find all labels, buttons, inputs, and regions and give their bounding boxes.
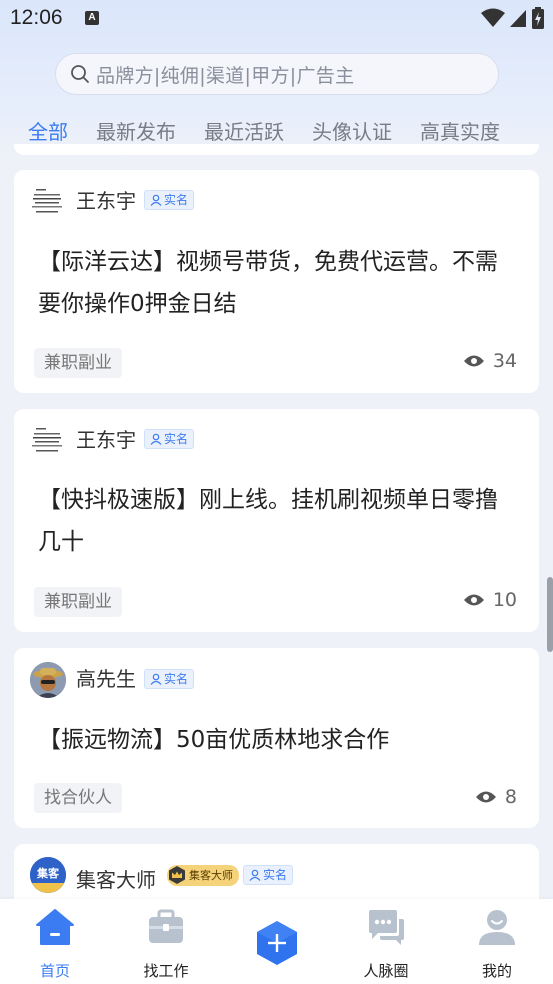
tab-recent-active[interactable]: 最近活跃 (204, 116, 284, 144)
previous-card-edge (14, 144, 539, 155)
post-card[interactable]: 高先生 实名 【振远物流】50亩优质林地求合作 找合伙人 8 (14, 648, 539, 828)
search-placeholder: 品牌方|纯佣|渠道|甲方|广告主 (96, 64, 355, 87)
tab-high-authenticity[interactable]: 高真实度 (420, 116, 500, 144)
tab-latest[interactable]: 最新发布 (96, 116, 176, 144)
nav-me-label: 我的 (481, 962, 512, 980)
avatar (30, 184, 66, 220)
search-icon (71, 65, 89, 83)
verified-badge-label: 实名 (164, 432, 189, 446)
avatar-text: 集客 (37, 867, 59, 880)
briefcase-icon (149, 909, 183, 943)
nav-jobs-label: 找工作 (143, 962, 189, 980)
post-card[interactable]: 王东宇 实名 【际洋云达】视频号带货，免费代运营。不需要你操作0押金日结 兼职副… (14, 170, 539, 393)
status-bar: 12:06 A (0, 0, 553, 38)
eye-icon (463, 355, 484, 367)
post-title: 【振远物流】50亩优质林地求合作 (38, 727, 390, 753)
view-count-value: 34 (492, 350, 517, 372)
post-tag: 找合伙人 (34, 783, 122, 813)
author-name: 王东宇 (76, 428, 136, 452)
post-title: 【快抖极速版】刚上线。挂机刷视频单日零撸几十 (38, 487, 498, 555)
wifi-icon (481, 8, 505, 27)
filter-tabs: 全部 最新发布 最近活跃 头像认证 高真实度 (28, 116, 528, 144)
author-name: 集客大师 (76, 868, 156, 892)
person-icon (150, 673, 162, 685)
author-name: 王东宇 (76, 189, 136, 213)
post-card[interactable]: 王东宇 实名 【快抖极速版】刚上线。挂机刷视频单日零撸几十 兼职副业 10 (14, 409, 539, 632)
notification-icon: A (85, 11, 99, 25)
home-icon (36, 909, 74, 945)
battery-icon (532, 7, 544, 29)
post-tag: 兼职副业 (34, 348, 122, 378)
avatar (30, 423, 66, 459)
person-icon (150, 194, 162, 206)
view-count: 34 (463, 350, 517, 372)
view-count-value: 8 (504, 786, 517, 808)
view-count: 10 (463, 589, 517, 611)
user-icon (479, 910, 515, 945)
publish-button[interactable] (254, 920, 300, 966)
search-input[interactable]: 品牌方|纯佣|渠道|甲方|广告主 (55, 53, 499, 95)
verified-badge-label: 实名 (164, 672, 189, 686)
verified-badge: 实名 (144, 429, 195, 449)
status-time: 12:06 (10, 6, 63, 29)
verified-badge: 实名 (144, 669, 195, 689)
tab-all[interactable]: 全部 (28, 116, 68, 144)
nav-network-label: 人脉圈 (363, 962, 409, 980)
post-title: 【际洋云达】视频号带货，免费代运营。不需要你操作0押金日结 (38, 249, 498, 317)
tab-avatar-verified[interactable]: 头像认证 (312, 116, 392, 144)
person-icon (249, 869, 261, 881)
eye-icon (463, 594, 484, 606)
chat-icon (369, 910, 404, 945)
verified-badge-label: 实名 (263, 868, 288, 882)
verified-badge: 实名 (243, 865, 294, 885)
verified-badge: 实名 (144, 190, 195, 210)
nav-home-label: 首页 (39, 962, 70, 980)
author-name: 高先生 (76, 667, 136, 691)
scrollbar[interactable] (547, 577, 553, 652)
crown-icon (169, 866, 185, 884)
status-icons (481, 7, 545, 29)
post-tag: 兼职副业 (34, 587, 122, 617)
view-count: 8 (475, 786, 517, 808)
verified-badge-label: 实名 (164, 193, 189, 207)
eye-icon (475, 791, 496, 803)
avatar (30, 662, 66, 698)
vip-badge-label: 集客大师 (189, 869, 233, 882)
view-count-value: 10 (492, 589, 517, 611)
vip-badge: 集客大师 (167, 865, 239, 886)
signal-icon (510, 10, 526, 27)
avatar: 集客 (30, 857, 66, 893)
person-icon (150, 433, 162, 445)
